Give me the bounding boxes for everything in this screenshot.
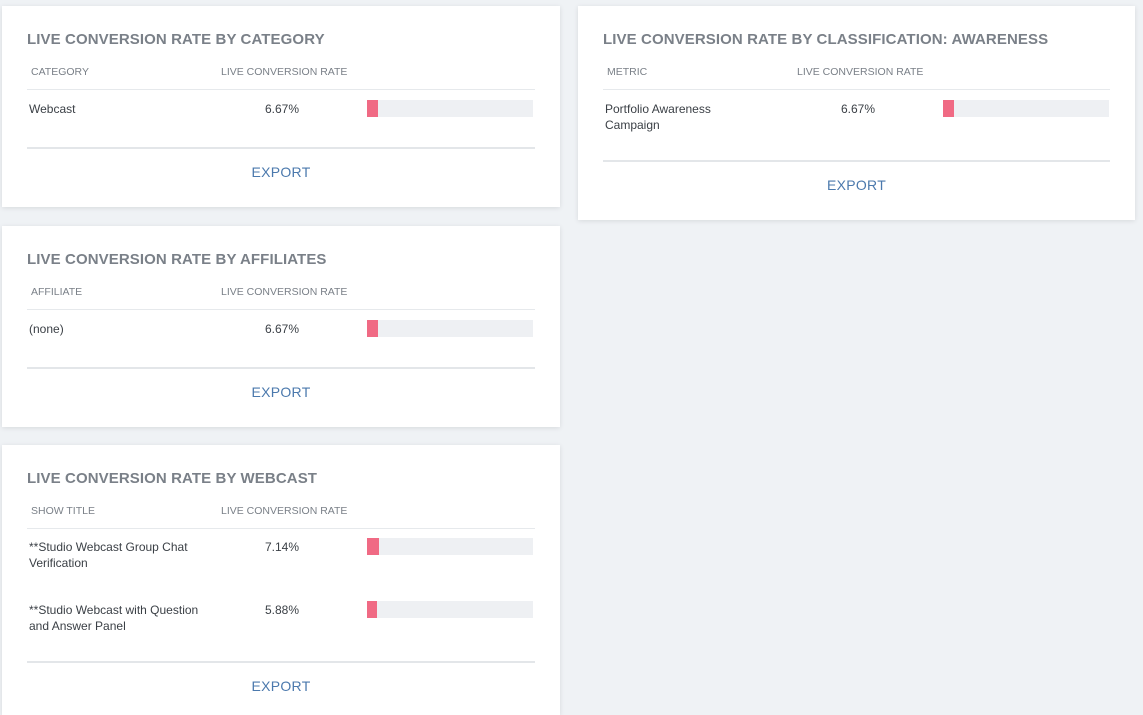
rate-bar: [367, 100, 533, 117]
export-button[interactable]: EXPORT: [2, 384, 560, 400]
table-header: METRIC LIVE CONVERSION RATE: [603, 64, 1110, 90]
table-header: CATEGORY LIVE CONVERSION RATE: [27, 64, 535, 90]
row-label: (none): [29, 322, 64, 336]
column-header-show-title: SHOW TITLE: [31, 505, 95, 517]
row-label: Portfolio Awareness Campaign: [605, 102, 711, 132]
table-header: SHOW TITLE LIVE CONVERSION RATE: [27, 503, 535, 529]
row-value: 7.14%: [264, 540, 300, 554]
card-title: LIVE CONVERSION RATE BY CATEGORY: [27, 31, 325, 48]
row-label: Webcast: [29, 102, 76, 116]
rate-bar: [367, 601, 533, 618]
column-header-rate: LIVE CONVERSION RATE: [221, 505, 348, 517]
rate-bar-fill: [367, 100, 379, 117]
column-header-rate: LIVE CONVERSION RATE: [797, 66, 924, 78]
table-header: AFFILIATE LIVE CONVERSION RATE: [27, 284, 535, 310]
row-value: 6.67%: [264, 102, 300, 116]
column-header-affiliate: AFFILIATE: [31, 286, 83, 298]
rate-bar-fill: [367, 601, 377, 618]
export-button[interactable]: EXPORT: [2, 678, 560, 694]
card-title: LIVE CONVERSION RATE BY CLASSIFICATION: …: [603, 31, 1049, 48]
row-label: **Studio Webcast with Question and Answe…: [29, 603, 199, 633]
row-value: 6.67%: [264, 322, 300, 336]
rate-bar: [367, 538, 533, 555]
divider: [603, 160, 1110, 162]
divider: [27, 661, 535, 663]
column-header-rate: LIVE CONVERSION RATE: [221, 286, 348, 298]
export-button[interactable]: EXPORT: [2, 164, 560, 180]
rate-bar: [367, 320, 533, 337]
classification-card: LIVE CONVERSION RATE BY CLASSIFICATION: …: [578, 6, 1135, 220]
rate-bar: [943, 100, 1109, 117]
column-header-rate: LIVE CONVERSION RATE: [221, 66, 348, 78]
category-card: LIVE CONVERSION RATE BY CATEGORY CATEGOR…: [2, 6, 560, 207]
webcast-card: LIVE CONVERSION RATE BY WEBCAST SHOW TIT…: [2, 445, 560, 715]
column-header-metric: METRIC: [607, 66, 648, 78]
column-header-category: CATEGORY: [31, 66, 89, 78]
card-title: LIVE CONVERSION RATE BY AFFILIATES: [27, 251, 327, 268]
rate-bar-fill: [943, 100, 955, 117]
export-button[interactable]: EXPORT: [578, 177, 1135, 193]
rate-bar-fill: [367, 320, 379, 337]
divider: [27, 367, 535, 369]
row-label: **Studio Webcast Group Chat Verification: [29, 540, 188, 570]
row-value: 6.67%: [840, 102, 876, 116]
divider: [27, 147, 535, 149]
card-title: LIVE CONVERSION RATE BY WEBCAST: [27, 470, 318, 487]
row-value: 5.88%: [264, 603, 300, 617]
affiliates-card: LIVE CONVERSION RATE BY AFFILIATES AFFIL…: [2, 226, 560, 427]
rate-bar-fill: [367, 538, 379, 555]
